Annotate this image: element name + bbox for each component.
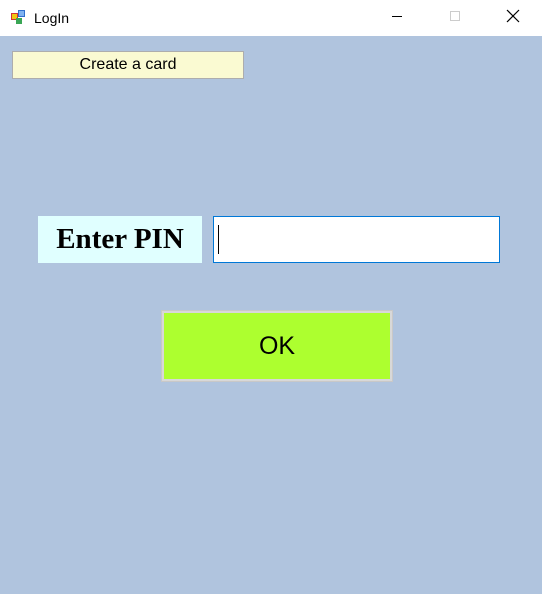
close-icon xyxy=(506,9,520,28)
form-client-area: Create a card Enter PIN OK xyxy=(0,36,542,594)
pin-label: Enter PIN xyxy=(38,216,202,263)
minimize-button[interactable] xyxy=(368,0,426,36)
app-icon xyxy=(10,9,26,25)
maximize-icon xyxy=(449,9,461,27)
minimize-icon xyxy=(391,9,403,27)
text-caret xyxy=(218,225,219,254)
ok-button[interactable]: OK xyxy=(161,310,393,382)
maximize-button xyxy=(426,0,484,36)
login-window: LogIn Create a card Enter PIN OK xyxy=(0,0,542,595)
title-bar[interactable]: LogIn xyxy=(0,0,542,36)
close-button[interactable] xyxy=(484,0,542,36)
pin-input[interactable] xyxy=(213,216,500,263)
window-title: LogIn xyxy=(34,10,70,26)
create-card-button[interactable]: Create a card xyxy=(12,51,244,79)
